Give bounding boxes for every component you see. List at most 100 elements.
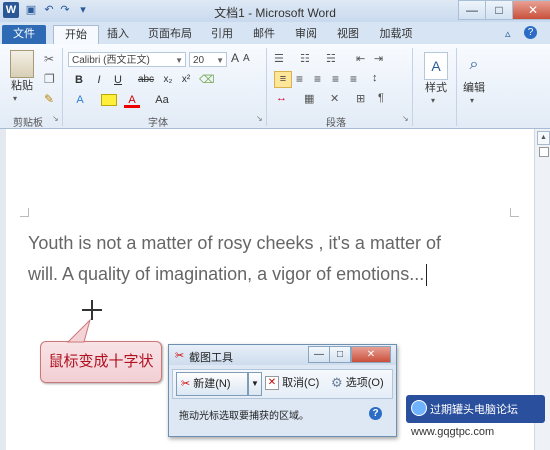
editing-dropdown-icon[interactable]: ▾ — [470, 96, 474, 105]
multilevel-list-icon[interactable]: ☵ — [326, 52, 336, 65]
gear-icon: ⚙ — [331, 375, 343, 391]
tab-mailings[interactable]: 邮件 — [250, 25, 278, 44]
minimize-button[interactable]: — — [458, 0, 486, 20]
styles-button[interactable]: 样式 — [420, 80, 452, 96]
numbering-icon[interactable]: ☷ — [300, 52, 310, 65]
clipboard-group-label: 剪贴板 — [13, 118, 43, 129]
watermark-badge: 过期罐头电脑论坛 — [406, 395, 545, 423]
watermark-url: www.gqgtpc.com — [411, 426, 495, 438]
clipboard-launcher-icon[interactable]: ↘ — [52, 114, 59, 123]
font-size-value: 20 — [193, 55, 205, 66]
italic-button[interactable]: I — [92, 72, 106, 88]
copy-icon[interactable]: ❐ — [44, 72, 55, 86]
distributed-icon[interactable]: ≡ — [350, 72, 357, 86]
styles-icon[interactable]: A — [424, 52, 448, 80]
editing-button[interactable]: 编辑 — [458, 80, 490, 96]
align-right-icon[interactable]: ≡ — [314, 72, 321, 86]
scissors-icon: ✂ — [175, 350, 185, 362]
text-direction-icon[interactable]: ↔ — [276, 92, 287, 104]
watermark-logo-icon — [411, 400, 427, 416]
document-body[interactable]: Youth is not a matter of rosy cheeks , i… — [28, 228, 508, 290]
line-spacing-icon[interactable]: ↕ — [372, 72, 378, 84]
decrease-indent-icon[interactable]: ⇤ — [356, 52, 365, 65]
watermark-name: 过期罐头电脑论坛 — [430, 404, 518, 416]
show-marks-icon[interactable]: ¶ — [378, 92, 384, 104]
subscript-button[interactable]: x₂ — [160, 72, 176, 88]
ribbon: 粘贴 ▾ ✂ ❐ ✎ 剪贴板 ↘ Calibri (西文正文) ▼ 20 ▼ A A… — [0, 44, 550, 129]
cut-icon[interactable]: ✂ — [44, 52, 54, 66]
snip-new-dropdown-icon[interactable]: ▼ — [248, 372, 262, 396]
clear-format-icon[interactable]: ⌫ — [199, 73, 215, 86]
grow-font-icon[interactable]: A — [231, 51, 239, 65]
scissors-icon: ✂ — [181, 378, 191, 390]
snip-minimize-button[interactable]: — — [308, 346, 330, 363]
page-corner-mark — [510, 208, 519, 217]
snip-maximize-button[interactable]: □ — [329, 346, 351, 363]
change-case-button[interactable]: Aa — [152, 92, 172, 108]
shading-icon[interactable]: ▦ — [304, 92, 314, 105]
tab-insert[interactable]: 插入 — [104, 25, 132, 44]
close-button[interactable]: ✕ — [512, 0, 550, 20]
snip-new-button[interactable]: ✂ 新建(N) — [176, 372, 248, 396]
font-name-select[interactable]: Calibri (西文正文) ▼ — [68, 52, 186, 67]
snip-cancel-button[interactable]: ✕ 取消(C) — [265, 372, 325, 394]
ruler-toggle-icon[interactable] — [539, 147, 549, 157]
tab-addins[interactable]: 加载项 — [376, 25, 416, 44]
scroll-up-icon[interactable]: ▲ — [537, 131, 550, 145]
paste-dropdown-icon[interactable]: ▾ — [13, 94, 17, 103]
tab-references[interactable]: 引用 — [208, 25, 236, 44]
bold-button[interactable]: B — [72, 72, 86, 88]
maximize-button[interactable]: □ — [485, 0, 513, 20]
snip-new-label: 新建(N) — [193, 378, 231, 390]
chevron-down-icon: ▼ — [175, 56, 183, 65]
font-color-button[interactable]: A — [124, 92, 140, 108]
increase-indent-icon[interactable]: ⇥ — [374, 52, 383, 65]
snip-options-label: 选项(O) — [345, 377, 384, 389]
help-icon[interactable]: ? — [524, 26, 537, 39]
document-line-2: will. A quality of imagination, a vigor … — [28, 259, 508, 290]
snip-options-button[interactable]: ⚙ 选项(O) — [331, 372, 391, 394]
tab-file[interactable]: 文件 — [2, 25, 46, 44]
document-line-1: Youth is not a matter of rosy cheeks , i… — [28, 233, 441, 253]
strikethrough-button[interactable]: abc — [136, 72, 156, 88]
styles-dropdown-icon[interactable]: ▾ — [431, 96, 435, 105]
ribbon-tabs: 文件 开始 插入 页面布局 引用 邮件 审阅 视图 加载项 ▵ ? — [0, 22, 550, 45]
paste-button[interactable]: 粘贴 — [6, 78, 38, 94]
borders-icon[interactable]: ⊞ — [356, 92, 365, 105]
tab-view[interactable]: 视图 — [334, 25, 362, 44]
font-size-select[interactable]: 20 ▼ — [189, 52, 227, 67]
group-divider — [62, 48, 63, 126]
format-painter-icon[interactable]: ✎ — [44, 92, 54, 106]
paste-icon[interactable] — [10, 50, 34, 78]
cancel-icon: ✕ — [265, 376, 279, 391]
minimize-ribbon-icon[interactable]: ▵ — [505, 27, 511, 40]
highlight-icon[interactable] — [101, 94, 117, 106]
justify-icon[interactable]: ≡ — [332, 72, 339, 86]
shrink-font-icon[interactable]: A — [243, 53, 250, 64]
align-left-icon[interactable]: ≡ — [274, 71, 292, 88]
chevron-down-icon: ▼ — [216, 56, 224, 65]
group-divider — [456, 48, 457, 126]
paragraph-launcher-icon[interactable]: ↘ — [402, 114, 409, 123]
text-effects-button[interactable]: A — [72, 92, 88, 108]
font-launcher-icon[interactable]: ↘ — [256, 114, 263, 123]
underline-button[interactable]: U — [111, 72, 125, 88]
bullets-icon[interactable]: ☰ — [274, 52, 284, 65]
group-divider — [266, 48, 267, 126]
annotation-callout: 鼠标变成十字状 — [40, 341, 162, 383]
group-divider — [412, 48, 413, 126]
snip-toolbar: ✂ 新建(N) ▼ ✕ 取消(C) ⚙ 选项(O) — [172, 369, 393, 399]
callout-pointer — [66, 318, 91, 343]
vertical-ruler — [0, 129, 6, 450]
tab-home[interactable]: 开始 — [53, 25, 99, 45]
snip-close-button[interactable]: ✕ — [351, 346, 391, 363]
page-corner-mark — [20, 208, 29, 217]
align-center-icon[interactable]: ≡ — [296, 72, 303, 86]
tab-page-layout[interactable]: 页面布局 — [144, 25, 196, 44]
paragraph-group-label: 段落 — [326, 118, 346, 129]
chinese-layout-icon[interactable]: ✕ — [330, 92, 339, 105]
tab-review[interactable]: 审阅 — [292, 25, 320, 44]
snip-help-icon[interactable]: ? — [369, 407, 382, 420]
superscript-button[interactable]: x² — [178, 72, 194, 88]
find-icon[interactable]: ⌕ — [463, 52, 485, 78]
